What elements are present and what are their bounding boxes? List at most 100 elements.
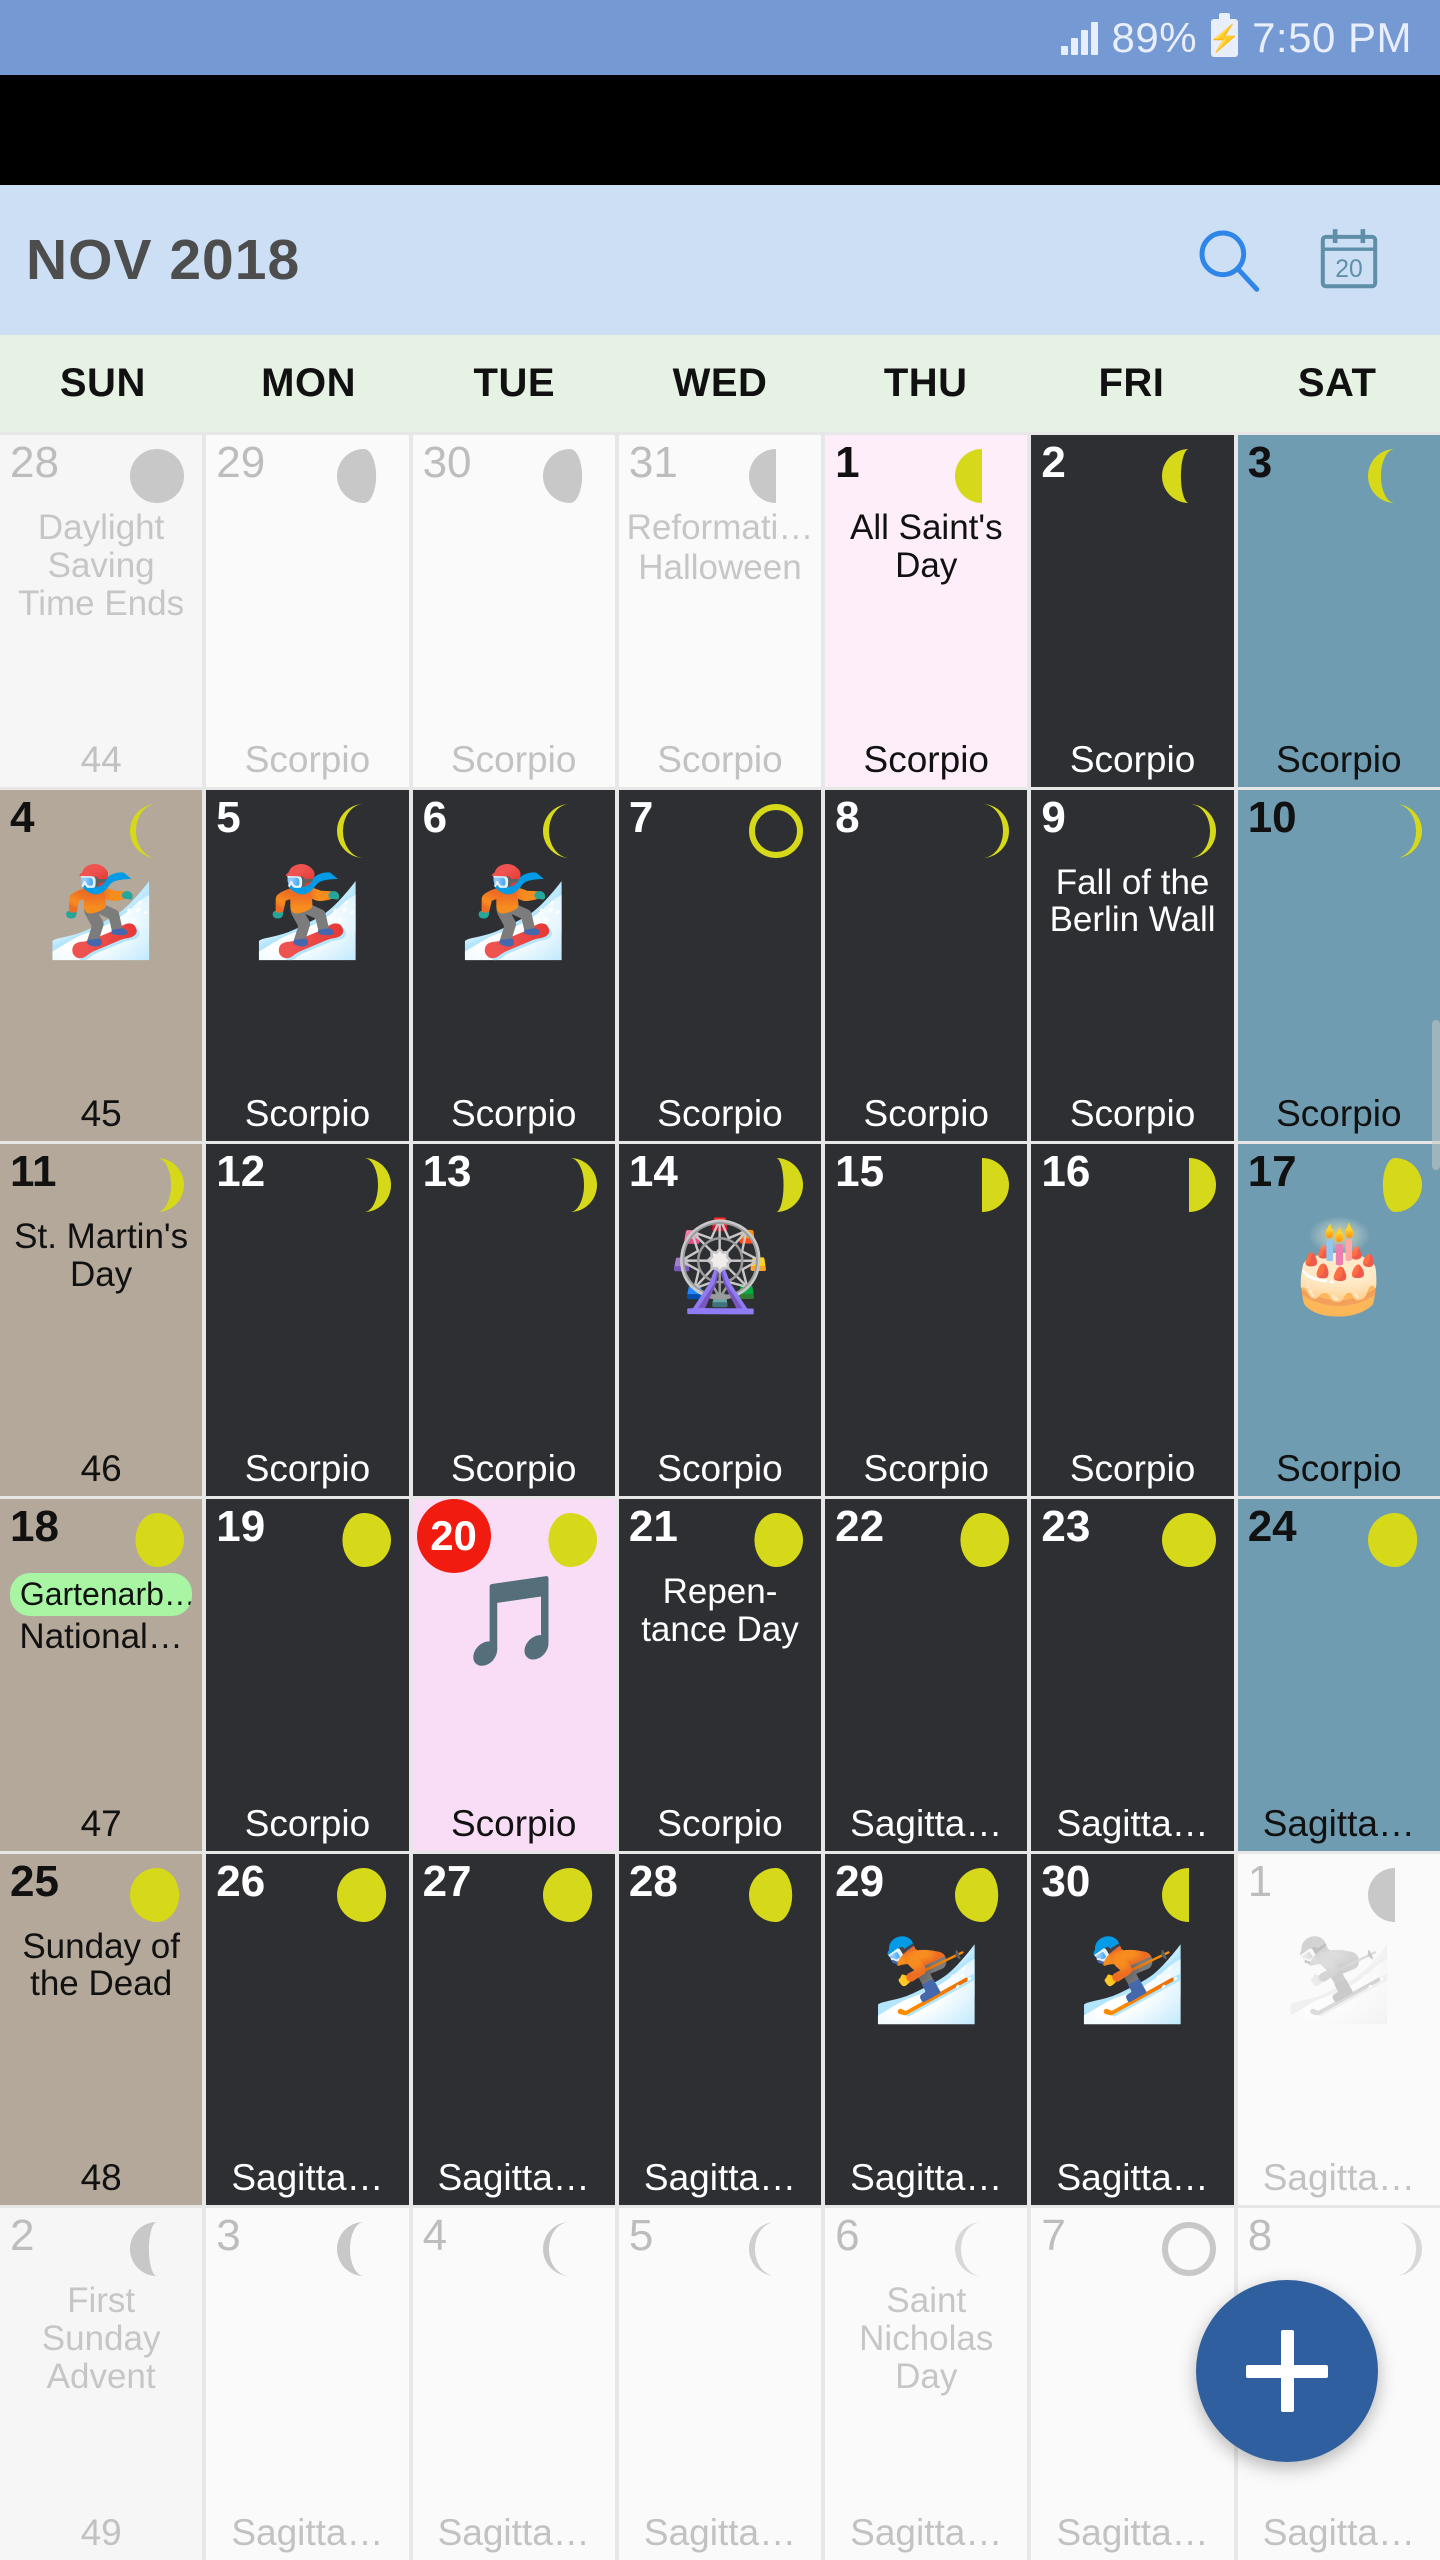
day-cell[interactable]: 30 ⛷️ Sagitta… (1031, 1853, 1234, 2206)
day-cell[interactable]: 22 Sagitta… (825, 1498, 1028, 1851)
day-cell[interactable]: 16 Scorpio (1031, 1144, 1234, 1496)
zodiac-label: Sagitta… (1056, 1802, 1209, 1844)
app-bar: NOV 2018 20 (0, 185, 1440, 335)
zodiac-label: Scorpio (1069, 738, 1196, 780)
event-label[interactable]: Halloween (625, 548, 815, 587)
day-cell[interactable]: 15 Scorpio (825, 1144, 1028, 1496)
calendar-icon-day-label: 20 (1335, 256, 1362, 283)
event-label[interactable]: All Saint's Day (831, 509, 1021, 585)
day-cell-header: 22 (831, 1504, 1021, 1569)
day-events: All Saint's Day (831, 505, 1021, 739)
day-cell-header: 29 (831, 1859, 1021, 1924)
event-emoji-icon[interactable]: 🏂 (46, 867, 156, 956)
event-emoji-icon[interactable]: 🎡 (665, 1222, 775, 1310)
event-emoji-icon[interactable]: 🎵 (459, 1576, 569, 1665)
event-label[interactable]: Repen-tance Day (625, 1573, 815, 1649)
event-label[interactable]: Fall of the Berlin Wall (1037, 863, 1227, 940)
day-cell[interactable]: 1 ⛷️ Sagitta… (1237, 1853, 1440, 2206)
day-cell-header: 28 (625, 1859, 815, 1924)
day-cell[interactable]: 3 Scorpio (1237, 435, 1440, 787)
search-icon[interactable] (1190, 221, 1268, 299)
week-number-label: 48 (80, 2157, 122, 2199)
day-cell[interactable]: 28 Daylight Saving Time Ends 44 (0, 435, 203, 787)
day-cell[interactable]: 30 Scorpio (412, 435, 615, 787)
day-cell-header: 19 (212, 1504, 402, 1569)
day-events (831, 860, 1021, 1094)
day-number: 8 (835, 792, 860, 842)
month-grid[interactable]: 28 Daylight Saving Time Ends 44 29 Scorpio 30… (0, 432, 1440, 2560)
moon-phase-icon (949, 1505, 1021, 1578)
day-cell[interactable]: 21 Repen-tance Day Scorpio (618, 1498, 822, 1851)
day-cell-header: 9 (1037, 795, 1227, 860)
day-cell[interactable]: 18 Gartenarb… National… 47 (0, 1498, 203, 1851)
page-title[interactable]: NOV 2018 (26, 227, 1190, 293)
event-chip[interactable]: Gartenarb… (9, 1572, 193, 1617)
day-cell[interactable]: 4 Sagitta… (412, 2208, 615, 2560)
day-number: 3 (216, 2211, 241, 2261)
calendar-week-row: 28 Daylight Saving Time Ends 44 29 Scorpio 30… (0, 432, 1440, 787)
day-cell[interactable]: 24 Sagitta… (1237, 1498, 1440, 1851)
event-label[interactable]: Sunday of the Dead (6, 1927, 196, 2004)
day-cell[interactable]: 9 Fall of the Berlin Wall Scorpio (1031, 789, 1234, 1142)
day-cell[interactable]: 2 Scorpio (1031, 435, 1234, 787)
day-cell[interactable]: 26 Sagitta… (206, 1853, 409, 2206)
day-cell[interactable]: 27 Sagitta… (412, 1853, 615, 2206)
day-cell[interactable]: 6 Saint Nicholas Day Sagitta… (825, 2208, 1028, 2560)
event-label[interactable]: Daylight Saving Time Ends (6, 509, 196, 623)
day-cell[interactable]: 6 🏂 Scorpio (412, 789, 615, 1142)
zodiac-label: Scorpio (244, 1802, 371, 1844)
day-events (419, 505, 609, 739)
day-events: First Sunday Advent (6, 2278, 196, 2512)
day-cell[interactable]: 3 Sagitta… (206, 2208, 409, 2560)
day-cell[interactable]: 29 Scorpio (206, 435, 409, 787)
event-emoji-icon[interactable]: 🏂 (253, 867, 363, 956)
day-cell-header: 7 (625, 795, 815, 860)
day-cell[interactable]: 4 🏂 45 (0, 789, 203, 1142)
scrollbar[interactable] (1432, 1020, 1440, 1170)
moon-phase-icon (1362, 1150, 1434, 1223)
day-cell[interactable]: 17 🎂 Scorpio (1237, 1144, 1440, 1496)
day-events: Gartenarb… National… (6, 1569, 196, 1803)
event-emoji-icon[interactable]: ⛷️ (1284, 1931, 1394, 2020)
weekday-label-tue: TUE (473, 361, 556, 405)
calendar-today-icon[interactable]: 20 (1310, 221, 1388, 299)
zodiac-label: Sagitta… (1262, 1802, 1415, 1844)
event-emoji-icon[interactable]: ⛷️ (1078, 1931, 1188, 2020)
day-cell[interactable]: 28 Sagitta… (618, 1853, 822, 2206)
day-cell[interactable]: 2 First Sunday Advent 49 (0, 2208, 203, 2560)
moon-phase-icon (743, 1505, 815, 1578)
event-label[interactable]: St. Martin's Day (6, 1218, 196, 1294)
day-cell[interactable]: 5 🏂 Scorpio (206, 789, 409, 1142)
day-events: ⛷️ (1037, 1924, 1227, 2158)
day-cell[interactable]: 10 Scorpio (1237, 789, 1440, 1142)
event-label[interactable]: Reformati… (625, 509, 815, 547)
day-cell[interactable]: 29 ⛷️ Sagitta… (825, 1853, 1028, 2206)
day-cell[interactable]: 1 All Saint's Day Scorpio (825, 435, 1028, 787)
day-cell[interactable]: 20 🎵 Scorpio (412, 1498, 615, 1851)
event-emoji-icon[interactable]: 🎂 (1284, 1222, 1394, 1310)
day-cell[interactable]: 8 Scorpio (825, 789, 1028, 1142)
day-cell[interactable]: 23 Sagitta… (1031, 1498, 1234, 1851)
day-cell[interactable]: 19 Scorpio (206, 1498, 409, 1851)
day-cell[interactable]: 14 🎡 Scorpio (618, 1144, 822, 1496)
day-cell[interactable]: 5 Sagitta… (618, 2208, 822, 2560)
day-cell[interactable]: 7 Scorpio (618, 789, 822, 1142)
day-cell-header: 11 (6, 1150, 196, 1214)
day-cell[interactable]: 25 Sunday of the Dead 48 (0, 1853, 203, 2206)
day-events (419, 1214, 609, 1448)
event-emoji-icon[interactable]: 🏂 (459, 867, 569, 956)
event-emoji-icon[interactable]: ⛷️ (871, 1931, 981, 2020)
day-events (625, 860, 815, 1094)
event-label[interactable]: First Sunday Advent (6, 2282, 196, 2396)
moon-phase-icon (743, 1860, 815, 1933)
zodiac-label: Sagitta… (231, 2511, 384, 2553)
add-event-button[interactable] (1196, 2280, 1378, 2462)
day-events (1244, 860, 1434, 1094)
event-label[interactable]: National… (6, 1618, 196, 1656)
day-events: 🎡 (625, 1214, 815, 1448)
day-cell[interactable]: 31 Reformati… Halloween Scorpio (618, 435, 822, 787)
day-cell[interactable]: 12 Scorpio (206, 1144, 409, 1496)
event-label[interactable]: Saint Nicholas Day (831, 2282, 1021, 2396)
day-cell[interactable]: 13 Scorpio (412, 1144, 615, 1496)
day-cell[interactable]: 11 St. Martin's Day 46 (0, 1144, 203, 1496)
